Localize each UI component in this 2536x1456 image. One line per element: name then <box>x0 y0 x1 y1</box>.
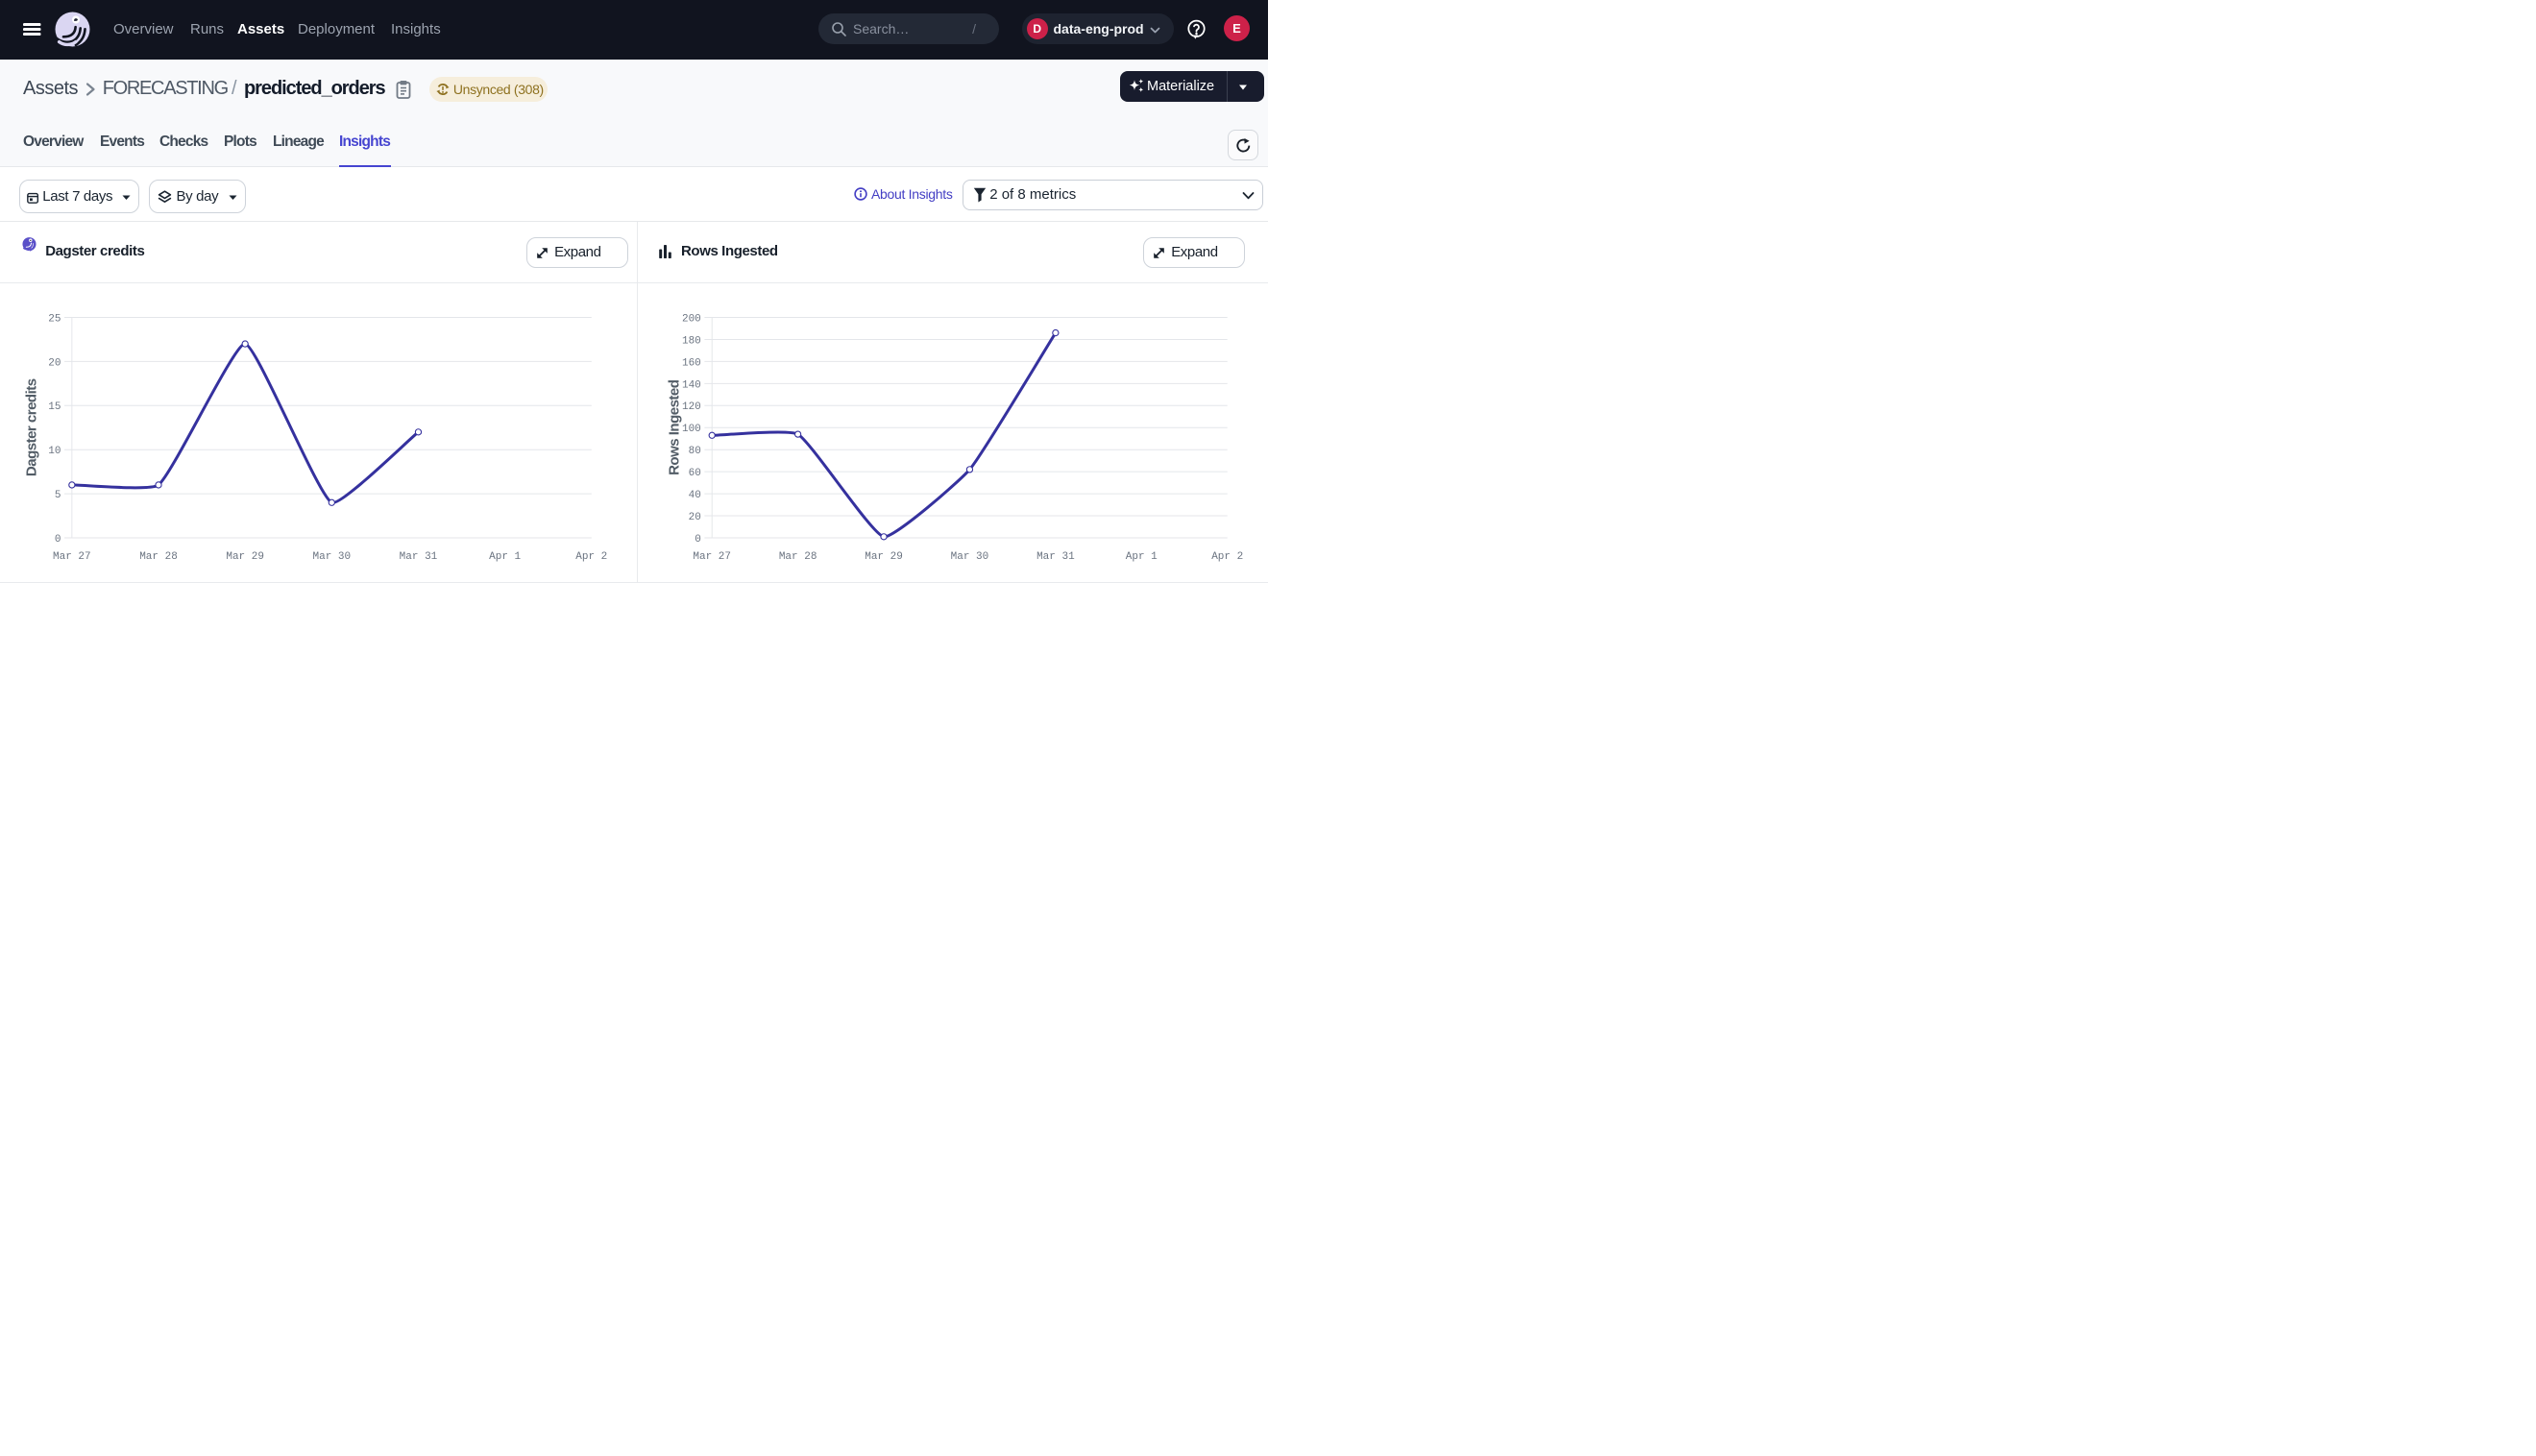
svg-text:Apr 1: Apr 1 <box>1126 551 1158 563</box>
svg-text:0: 0 <box>695 534 701 546</box>
svg-text:80: 80 <box>689 446 701 457</box>
svg-text:Apr 2: Apr 2 <box>575 551 607 563</box>
svg-text:140: 140 <box>682 379 701 391</box>
svg-text:Mar 27: Mar 27 <box>53 551 91 563</box>
svg-text:160: 160 <box>682 357 701 369</box>
svg-text:Dagster credits: Dagster credits <box>24 378 40 476</box>
svg-text:Mar 30: Mar 30 <box>951 551 989 563</box>
svg-text:100: 100 <box>682 424 701 435</box>
svg-text:120: 120 <box>682 401 701 413</box>
svg-text:20: 20 <box>48 357 61 369</box>
svg-text:Apr 1: Apr 1 <box>489 551 521 563</box>
svg-text:Mar 31: Mar 31 <box>400 551 438 563</box>
svg-text:Mar 30: Mar 30 <box>313 551 352 563</box>
svg-text:Mar 31: Mar 31 <box>1036 551 1075 563</box>
svg-text:5: 5 <box>55 490 61 501</box>
svg-text:Mar 28: Mar 28 <box>779 551 817 563</box>
svg-text:25: 25 <box>48 313 61 325</box>
svg-text:Mar 29: Mar 29 <box>226 551 264 563</box>
svg-text:40: 40 <box>689 490 701 501</box>
svg-text:Mar 29: Mar 29 <box>865 551 903 563</box>
svg-text:Apr 2: Apr 2 <box>1211 551 1243 563</box>
svg-text:10: 10 <box>48 446 61 457</box>
svg-text:Mar 27: Mar 27 <box>693 551 731 563</box>
svg-text:0: 0 <box>55 534 61 546</box>
svg-text:20: 20 <box>689 512 701 523</box>
svg-text:Rows Ingested: Rows Ingested <box>667 379 683 475</box>
svg-text:200: 200 <box>682 313 701 325</box>
svg-text:Mar 28: Mar 28 <box>139 551 178 563</box>
svg-text:180: 180 <box>682 335 701 347</box>
svg-text:15: 15 <box>48 401 61 413</box>
svg-text:60: 60 <box>689 468 701 479</box>
